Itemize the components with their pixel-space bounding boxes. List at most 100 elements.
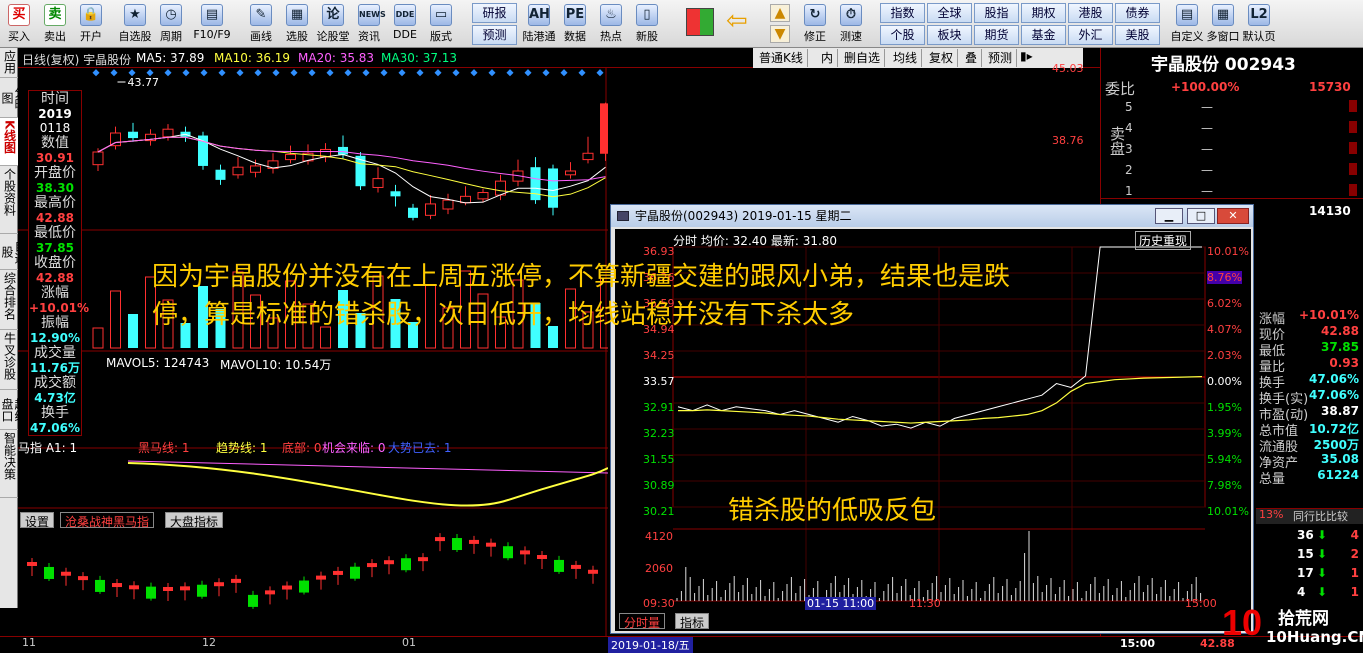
back-arrow-icon[interactable]: ⇦ xyxy=(726,8,756,36)
menu-item-2[interactable]: 删自选 xyxy=(840,49,886,67)
multi-window-button[interactable]: ▦ 多窗口 xyxy=(1206,2,1240,46)
sell-button[interactable]: 卖卖出 xyxy=(38,2,72,46)
candle-body xyxy=(600,103,611,154)
sidebar-item-7[interactable]: 超级盘口 xyxy=(0,390,27,430)
sidebar-item-label: K线图 xyxy=(2,120,17,154)
period-button[interactable]: ◷ 周期 xyxy=(154,2,188,46)
market-btn-0-5[interactable]: 债券 xyxy=(1115,3,1160,23)
market-btn-0-4[interactable]: 港股 xyxy=(1068,3,1113,23)
menu-item-0[interactable]: 普通K线 xyxy=(755,49,808,67)
stat-value-4: 47.06% xyxy=(1309,372,1359,386)
pe-icon: PE xyxy=(564,4,586,26)
market-btn-1-2[interactable]: 期货 xyxy=(974,25,1019,45)
speed-test-label: 测速 xyxy=(840,30,862,43)
ipo-button[interactable]: ▯ 新股 xyxy=(630,2,664,46)
sell-price-1: — xyxy=(1201,121,1213,135)
menu-item-1[interactable]: 内 xyxy=(817,49,839,67)
market-btn-0-0[interactable]: 指数 xyxy=(880,3,925,23)
kline-tab-0[interactable]: 设置 xyxy=(20,512,55,529)
popup-title-bar[interactable]: 宇晶股份(002943) 2019-01-15 星期二 ▁ □ ✕ xyxy=(611,205,1253,227)
windows-grid-icon[interactable] xyxy=(686,8,714,36)
watchlist-button[interactable]: ★ 自选股 xyxy=(118,2,152,46)
market-btn-1-0[interactable]: 个股 xyxy=(880,25,925,45)
news-button[interactable]: NEWS 资讯 xyxy=(352,2,386,46)
fix-button[interactable]: ↻ 修正 xyxy=(798,2,832,46)
compare-delta-3: 1 xyxy=(1350,585,1359,599)
sidebar-item-2[interactable]: K线图 xyxy=(0,118,18,166)
up-arrow-icon[interactable]: ▲ xyxy=(770,4,790,22)
stat-value-7: 10.72亿 xyxy=(1309,422,1359,436)
sidebar-item-8[interactable]: 智能决策 xyxy=(0,430,18,498)
forum-button[interactable]: 论论股堂 xyxy=(316,2,350,46)
select-stock-icon: ▦ xyxy=(286,4,308,26)
maximize-button[interactable]: □ xyxy=(1187,208,1215,224)
sidebar-item-3[interactable]: 个股资料 xyxy=(0,166,18,234)
speed-icon: ⏱ xyxy=(840,4,862,26)
ah-icon: AH xyxy=(528,4,550,26)
down-arrow-icon[interactable]: ▼ xyxy=(770,25,790,43)
buy-button[interactable]: 买买入 xyxy=(2,2,36,46)
default-page-icon: L2 xyxy=(1248,4,1270,26)
market-btn-0-3[interactable]: 期权 xyxy=(1021,3,1066,23)
grid-btn-0[interactable]: 研报 xyxy=(472,3,517,23)
data-label: 数据 xyxy=(564,30,586,43)
sidebar-item-6[interactable]: 牛叉诊股 xyxy=(0,330,18,390)
close-button[interactable]: ✕ xyxy=(1217,208,1249,224)
sell-level-mirror-3 xyxy=(1349,163,1357,175)
minimize-button[interactable]: ▁ xyxy=(1155,208,1183,224)
history-replay-button[interactable]: 历史重现 xyxy=(1135,231,1192,250)
sidebar-item-4[interactable]: 自选股 xyxy=(0,234,27,270)
candle-body xyxy=(408,207,418,218)
draw-button[interactable]: ✎ 画线 xyxy=(244,2,278,46)
high-marker-label: 43.77 xyxy=(128,76,160,89)
ipo-icon: ▯ xyxy=(636,4,658,26)
connect-button[interactable]: AH 陆港通 xyxy=(522,2,556,46)
menu-item-3[interactable]: 均线 xyxy=(889,49,923,67)
sidebar-item-label: 应用 xyxy=(2,50,17,74)
market-btn-1-4[interactable]: 外汇 xyxy=(1068,25,1113,45)
default-page-button[interactable]: L2 默认页 xyxy=(1242,2,1276,46)
menu-item-4[interactable]: 复权 xyxy=(925,49,959,67)
data-button[interactable]: PE 数据 xyxy=(558,2,592,46)
market-btn-0-2[interactable]: 股指 xyxy=(974,3,1019,23)
sidebar-item-label: 智能决策 xyxy=(2,432,17,480)
tab-compare[interactable]: 同行比比较 xyxy=(1293,508,1348,524)
menu-arrow-icon[interactable]: ▮▸ xyxy=(1020,49,1033,63)
market-btn-1-5[interactable]: 美股 xyxy=(1115,25,1160,45)
signal-diamond xyxy=(92,69,100,77)
hot-button[interactable]: ♨ 热点 xyxy=(594,2,628,46)
market-btn-1-3[interactable]: 基金 xyxy=(1021,25,1066,45)
indicator-label-1: 黑马线: 1 xyxy=(138,441,190,455)
popup-tab-1[interactable]: 指标 xyxy=(675,613,710,630)
speed-test-button[interactable]: ⏱ 测速 xyxy=(834,2,868,46)
open-account-button[interactable]: 🔒 开户 xyxy=(74,2,108,46)
down-arrow-icon: ⬇ xyxy=(1317,547,1328,561)
sidebar-item-1[interactable]: 分时图 xyxy=(0,78,27,118)
market-btn-1-1[interactable]: 板块 xyxy=(927,25,972,45)
popup-tab-0[interactable]: 分时量 xyxy=(619,613,666,630)
indicator-label-0: 马指 A1: 1 xyxy=(18,441,78,455)
tab-pct[interactable]: 13% xyxy=(1259,508,1283,521)
kline-tab-2[interactable]: 大盘指标 xyxy=(165,512,224,529)
market-btn-0-1[interactable]: 全球 xyxy=(927,3,972,23)
weibi-value: +100.00% xyxy=(1171,80,1240,94)
info-label-8: 成交量 xyxy=(34,345,76,361)
dde-button[interactable]: DDE DDE xyxy=(388,2,422,46)
signal-diamond xyxy=(200,69,208,77)
kline-tab-1[interactable]: 沧桑战神黑马指 xyxy=(60,512,155,529)
price-top-label: 45.03 xyxy=(1052,62,1084,75)
popup-pct-label-5: 0.00% xyxy=(1207,375,1242,388)
menu-item-5[interactable]: 叠 xyxy=(961,49,983,67)
sidebar-item-5[interactable]: 综合排名 xyxy=(0,270,18,330)
customize-label: 自定义 xyxy=(1170,30,1204,43)
ma20-label: MA20: 35.83 xyxy=(298,51,375,65)
sidebar-item-0[interactable]: 应用 xyxy=(0,48,18,78)
multiwin-icon: ▦ xyxy=(1212,4,1234,26)
grid-btn-1[interactable]: 预测 xyxy=(472,25,517,45)
signal-diamond xyxy=(560,69,568,77)
layout-button[interactable]: ▭ 版式 xyxy=(424,2,458,46)
stock-select-button[interactable]: ▦ 选股 xyxy=(280,2,314,46)
f10-button[interactable]: ▤ F10/F9 xyxy=(190,2,234,46)
customize-button[interactable]: ▤ 自定义 xyxy=(1170,2,1204,46)
menu-item-6[interactable]: 预测 xyxy=(984,49,1018,67)
